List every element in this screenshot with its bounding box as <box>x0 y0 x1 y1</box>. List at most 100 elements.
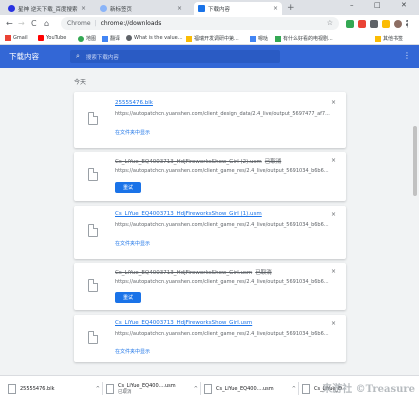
file-url[interactable]: https://autopatchcn.yuanshen.com/client_… <box>115 111 335 117</box>
extension-icon[interactable] <box>346 20 354 28</box>
chrome-page-chip: Chrome <box>67 20 91 27</box>
show-in-folder-link[interactable]: 在文件夹中显示 <box>115 348 150 355</box>
bookmark-research[interactable]: 福瑞开发调研中第... <box>186 35 239 42</box>
file-url[interactable]: https://autopatchcn.yuanshen.com/client_… <box>115 168 335 174</box>
bookmark-label: 其他书签 <box>383 36 404 42</box>
file-name[interactable]: Cs_LiYue_EQ4003713_HdjFireworksShow_Girl… <box>115 159 262 165</box>
file-icon <box>204 383 212 394</box>
file-url[interactable]: https://autopatchcn.yuanshen.com/client_… <box>115 222 335 228</box>
bookmark-label: 有什么好看的电视剧... <box>283 36 333 42</box>
address-bar[interactable]: Chrome | chrome://downloads ☆ <box>61 17 339 30</box>
file-url[interactable]: https://autopatchcn.yuanshen.com/client_… <box>115 279 335 285</box>
show-in-folder-link[interactable]: 在文件夹中显示 <box>115 240 150 247</box>
bookmark-label: 嗯哒 <box>258 36 269 42</box>
address-url[interactable]: chrome://downloads <box>101 20 162 27</box>
bookmark-youtube[interactable]: YouTube <box>38 35 66 41</box>
extension-icon[interactable] <box>370 20 378 28</box>
browser-toolbar: ← → C ⌂ Chrome | chrome://downloads ☆ <box>0 15 419 33</box>
chevron-up-icon[interactable]: ^ <box>292 386 296 392</box>
file-url[interactable]: https://autopatchcn.yuanshen.com/client_… <box>115 331 335 337</box>
search-placeholder: 搜索下载内容 <box>85 54 119 61</box>
close-icon[interactable]: × <box>81 5 86 12</box>
retry-button[interactable]: 重试 <box>115 182 141 193</box>
bookmark-label: 地图 <box>86 36 97 42</box>
watermark-text: 来游社 ©Treasure <box>322 384 415 395</box>
close-icon[interactable]: × <box>177 5 182 12</box>
tab-baidu-search[interactable]: 星神 逆天下载_百度搜索 × <box>4 2 90 15</box>
chevron-up-icon[interactable]: ^ <box>96 386 100 392</box>
bookmark-maps[interactable]: 地图 <box>78 35 96 42</box>
bookmark-tv-series[interactable]: 有什么好看的电视剧... <box>275 35 333 42</box>
file-name-link[interactable]: 25555476.blk <box>115 100 153 106</box>
profile-avatar[interactable] <box>394 20 402 28</box>
remove-from-list-icon[interactable]: × <box>331 211 336 218</box>
download-card: Cs_LiYue_EQ4003713_HdjFireworksShow_Girl… <box>74 263 346 310</box>
file-icon <box>8 383 16 394</box>
bookmark-what-is-the-value[interactable]: What is the value... <box>126 35 183 41</box>
show-in-folder-link[interactable]: 在文件夹中显示 <box>115 129 150 136</box>
file-icon <box>88 331 98 344</box>
tab-new-tab[interactable]: 新标签页 × <box>96 2 186 15</box>
file-name-link[interactable]: Cs_LiYue_EQ4003713_HdjFireworksShow_Girl… <box>115 320 252 326</box>
remove-from-list-icon[interactable]: × <box>331 320 336 327</box>
bookmark-translate[interactable]: 翻译 <box>102 35 120 42</box>
forward-arrow-icon[interactable]: → <box>18 19 25 29</box>
bookmark-enda[interactable]: 嗯哒 <box>250 35 268 42</box>
bookmark-label: 翻译 <box>110 36 121 42</box>
bookmark-label: YouTube <box>46 35 67 41</box>
remove-from-list-icon[interactable]: × <box>331 268 336 275</box>
file-name-cancelled[interactable]: Cs_LiYue_EQ4003713_HdjFireworksShow_Girl… <box>115 268 272 276</box>
bookmark-label: 福瑞开发调研中第... <box>194 36 239 42</box>
window-close-button[interactable]: ✕ <box>401 1 407 9</box>
file-name-cancelled[interactable]: Cs_LiYue_EQ4003713_HdjFireworksShow_Girl… <box>115 157 281 165</box>
date-heading: 今天 <box>74 79 87 86</box>
bookmark-star-icon[interactable]: ☆ <box>327 19 333 27</box>
status-label: 已取消 <box>264 159 282 165</box>
bookmark-other-folder[interactable]: 其他书签 <box>375 35 403 42</box>
menu-icon[interactable] <box>406 20 409 28</box>
scrollbar-thumb[interactable] <box>413 126 417 196</box>
extension-icon[interactable] <box>358 20 366 28</box>
shelf-file-status: 已取消 <box>118 389 132 395</box>
scrollbar[interactable] <box>411 68 419 375</box>
tab-title: 下载内容 <box>208 6 231 13</box>
maps-icon <box>78 35 84 42</box>
bookmark-label: What is the value... <box>134 35 183 41</box>
shelf-item[interactable]: Cs_LiYue_EQ400....usm 已取消 ^ <box>106 380 198 397</box>
file-name-link[interactable]: Cs_LiYue_EQ4003713_HdjFireworksShow_Girl… <box>115 211 262 217</box>
file-name[interactable]: Cs_LiYue_EQ4003713_HdjFireworksShow_Girl… <box>115 211 262 217</box>
tab-title: 新标签页 <box>110 6 133 13</box>
remove-from-list-icon[interactable]: × <box>331 157 336 164</box>
close-icon[interactable]: × <box>273 5 278 12</box>
shelf-item[interactable]: Cs_LiYue_EQ400....usm ^ <box>204 380 296 397</box>
shelf-item[interactable]: 25555476.blk ^ <box>8 380 100 397</box>
baidu-paw-icon <box>8 5 15 12</box>
status-label: 已取消 <box>255 270 272 276</box>
file-name[interactable]: Cs_LiYue_EQ4003713_HdjFireworksShow_Girl… <box>115 270 252 276</box>
more-options-icon[interactable]: ⋮ <box>403 51 411 60</box>
download-tab-icon <box>198 5 205 12</box>
download-card: 25555476.blk https://autopatchcn.yuanshe… <box>74 92 346 148</box>
retry-button[interactable]: 重试 <box>115 292 141 303</box>
gmail-icon <box>5 35 11 41</box>
file-name[interactable]: 25555476.blk <box>115 100 153 106</box>
download-shelf: 25555476.blk ^ Cs_LiYue_EQ400....usm 已取消… <box>0 375 419 400</box>
bookmark-icon <box>186 35 192 42</box>
reload-icon[interactable]: C <box>31 19 37 29</box>
minimize-button[interactable]: – <box>350 1 354 9</box>
maximize-button[interactable]: □ <box>374 1 381 9</box>
home-icon[interactable]: ⌂ <box>44 19 49 29</box>
bookmark-gmail[interactable]: Gmail <box>5 35 28 41</box>
tab-downloads[interactable]: 下载内容 × <box>194 2 282 15</box>
bookmarks-bar: Gmail YouTube 地图 翻译 What is the value...… <box>0 33 419 45</box>
bookmark-label: Gmail <box>13 35 28 41</box>
extension-icon[interactable] <box>382 20 390 28</box>
new-tab-button[interactable]: + <box>287 2 295 14</box>
file-name[interactable]: Cs_LiYue_EQ4003713_HdjFireworksShow_Girl… <box>115 320 252 326</box>
chevron-up-icon[interactable]: ^ <box>194 386 198 392</box>
search-downloads-input[interactable]: ⌕ 搜索下载内容 <box>70 50 280 63</box>
back-arrow-icon[interactable]: ← <box>6 19 13 29</box>
downloads-header: 下载内容 ⌕ 搜索下载内容 ⋮ <box>0 45 419 68</box>
remove-from-list-icon[interactable]: × <box>331 99 336 106</box>
bookmark-icon <box>275 35 281 42</box>
